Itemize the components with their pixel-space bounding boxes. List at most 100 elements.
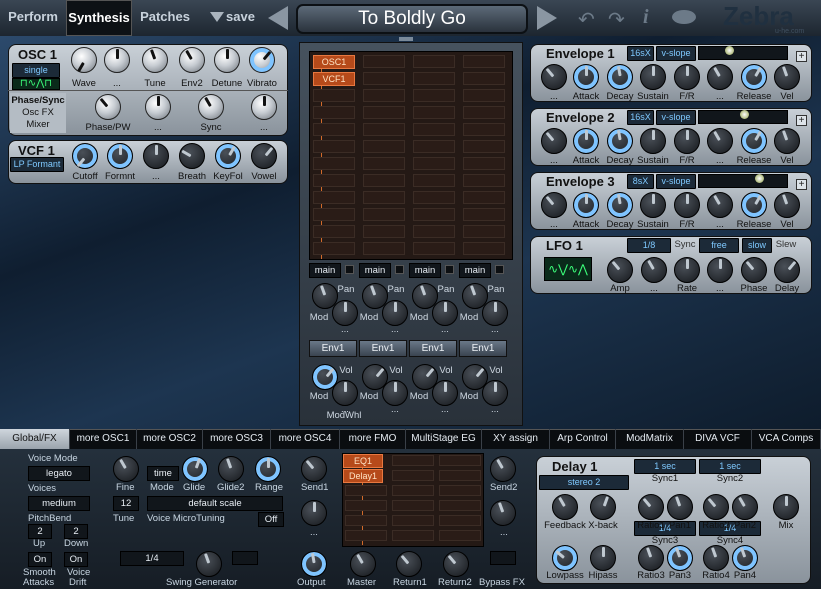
mixer-bus-display[interactable]: main bbox=[359, 263, 391, 278]
lfo1-knob-3[interactable] bbox=[707, 257, 733, 283]
swing-display[interactable]: 1/4 bbox=[120, 551, 184, 566]
delay-knob-1[interactable] bbox=[590, 494, 616, 520]
fx-grid-cell[interactable] bbox=[439, 455, 481, 466]
osc1-knob-1[interactable] bbox=[104, 47, 130, 73]
env3-knob-4[interactable] bbox=[674, 192, 700, 218]
bottom-tab-0[interactable]: Global/FX bbox=[0, 429, 70, 449]
env1-expand-icon[interactable]: + bbox=[796, 51, 807, 62]
env3-knob-3[interactable] bbox=[640, 192, 666, 218]
matrix-cell[interactable] bbox=[463, 106, 505, 119]
osc1-knob-0[interactable] bbox=[71, 47, 97, 73]
tab-synthesis[interactable]: Synthesis bbox=[66, 0, 132, 36]
env2-knob-6[interactable] bbox=[741, 128, 767, 154]
env3-knob-7[interactable] bbox=[774, 192, 800, 218]
env1-resolution[interactable]: 16sX bbox=[627, 46, 654, 61]
return2-knob[interactable] bbox=[443, 551, 469, 577]
matrix-cell[interactable] bbox=[413, 89, 455, 102]
osc1-mixer-tab[interactable]: Mixer bbox=[10, 119, 66, 130]
matrix-cell[interactable] bbox=[463, 242, 505, 255]
delay1-title[interactable]: Delay 1 bbox=[552, 459, 598, 474]
mixer-bus-display[interactable]: main bbox=[409, 263, 441, 278]
save-button[interactable]: save bbox=[226, 9, 255, 24]
matrix-cell[interactable] bbox=[413, 55, 455, 68]
bottom-tab-11[interactable]: VCA Comps bbox=[752, 429, 821, 449]
env2-title[interactable]: Envelope 2 bbox=[546, 110, 615, 125]
osc1-title[interactable]: OSC 1 bbox=[18, 47, 57, 62]
env1-knob-0[interactable] bbox=[541, 64, 567, 90]
env3-knob-2[interactable] bbox=[607, 192, 633, 218]
undo-icon[interactable]: ↶ bbox=[578, 7, 595, 32]
fine-knob[interactable] bbox=[113, 456, 139, 482]
lfo1-knob-2[interactable] bbox=[674, 257, 700, 283]
lfo1-sync-display[interactable]: free bbox=[699, 238, 739, 253]
matrix-cell[interactable] bbox=[413, 191, 455, 204]
delay-knob-4[interactable] bbox=[703, 494, 729, 520]
osc1-knob2-1[interactable] bbox=[145, 94, 171, 120]
matrix-cell[interactable] bbox=[363, 174, 405, 187]
matrix-cell[interactable] bbox=[313, 140, 355, 153]
env1-shape-display[interactable] bbox=[698, 46, 788, 60]
delay-knob2-5[interactable] bbox=[732, 545, 758, 571]
env2-knob-5[interactable] bbox=[707, 128, 733, 154]
bottom-tab-6[interactable]: MultiStage EG bbox=[406, 429, 482, 449]
matrix-cell[interactable] bbox=[413, 242, 455, 255]
matrix-cell[interactable] bbox=[463, 191, 505, 204]
matrix-cell[interactable] bbox=[313, 106, 355, 119]
matrix-cell[interactable] bbox=[363, 242, 405, 255]
env1-knob-6[interactable] bbox=[741, 64, 767, 90]
matrix-handle[interactable] bbox=[399, 37, 413, 41]
matrix-cell[interactable] bbox=[413, 225, 455, 238]
mixer-mod-knob-0[interactable] bbox=[332, 300, 358, 326]
mixer-mod-knob-1[interactable] bbox=[382, 300, 408, 326]
matrix-cell[interactable] bbox=[463, 174, 505, 187]
matrix-cell[interactable] bbox=[413, 140, 455, 153]
matrix-cell[interactable] bbox=[463, 225, 505, 238]
env2-knob-2[interactable] bbox=[607, 128, 633, 154]
osc1-knob2-3[interactable] bbox=[251, 94, 277, 120]
env2-resolution[interactable]: 16sX bbox=[627, 110, 654, 125]
smooth-attacks-display[interactable]: On bbox=[28, 552, 52, 567]
mixer-bus-display[interactable]: main bbox=[309, 263, 341, 278]
mixer-mod2-knob-1[interactable] bbox=[382, 380, 408, 406]
pitchbend-down-display[interactable]: 2 bbox=[64, 524, 88, 539]
matrix-cell[interactable] bbox=[313, 157, 355, 170]
fx-grid-cell[interactable] bbox=[439, 515, 481, 526]
matrix-cell[interactable] bbox=[413, 157, 455, 170]
matrix-cell[interactable] bbox=[413, 174, 455, 187]
vcf1-knob-1[interactable] bbox=[107, 143, 133, 169]
voice-drift-display[interactable]: On bbox=[64, 552, 88, 567]
fx-grid-cell[interactable] bbox=[392, 485, 434, 496]
delay-knob-6[interactable] bbox=[773, 494, 799, 520]
mixer-bus-toggle[interactable] bbox=[395, 265, 404, 274]
osc1-phase-sync-tab[interactable]: Phase/Sync bbox=[10, 95, 66, 106]
matrix-cell[interactable] bbox=[363, 208, 405, 221]
vcf1-knob-0[interactable] bbox=[72, 143, 98, 169]
microtuning-display[interactable]: Off bbox=[258, 512, 284, 527]
matrix-cell[interactable] bbox=[413, 106, 455, 119]
env3-shape-display[interactable] bbox=[698, 174, 788, 188]
fx-grid-cell[interactable] bbox=[439, 500, 481, 511]
fx-delay1-chip[interactable]: Delay1 bbox=[343, 469, 383, 483]
osc1-knob2-0[interactable] bbox=[95, 94, 121, 120]
delay-knob2-3[interactable] bbox=[667, 545, 693, 571]
env3-knob-6[interactable] bbox=[741, 192, 767, 218]
matrix-cell[interactable] bbox=[313, 208, 355, 221]
mixer-env-button[interactable]: Env1 bbox=[359, 340, 407, 357]
bypass-fx-display[interactable] bbox=[490, 551, 516, 565]
patch-name-display[interactable]: To Boldly Go bbox=[296, 4, 528, 34]
delay-knob2-0[interactable] bbox=[552, 545, 578, 571]
pitchbend-up-display[interactable]: 2 bbox=[28, 524, 52, 539]
osc1-osc-fx-tab[interactable]: Osc FX bbox=[10, 107, 66, 118]
env1-title[interactable]: Envelope 1 bbox=[546, 46, 615, 61]
fx-grid-cell[interactable] bbox=[392, 470, 434, 481]
swing-knob[interactable] bbox=[196, 551, 222, 577]
matrix-cell[interactable] bbox=[313, 191, 355, 204]
matrix-cell[interactable] bbox=[463, 89, 505, 102]
lfo1-slew-display[interactable]: slow bbox=[742, 238, 772, 253]
matrix-cell[interactable] bbox=[413, 208, 455, 221]
matrix-cell[interactable] bbox=[363, 72, 405, 85]
lfo1-wave-display[interactable]: ∿⋁∿⋀ bbox=[544, 257, 592, 281]
bottom-tab-8[interactable]: Arp Control bbox=[550, 429, 616, 449]
matrix-cell[interactable] bbox=[363, 106, 405, 119]
osc1-knob-3[interactable] bbox=[179, 47, 205, 73]
